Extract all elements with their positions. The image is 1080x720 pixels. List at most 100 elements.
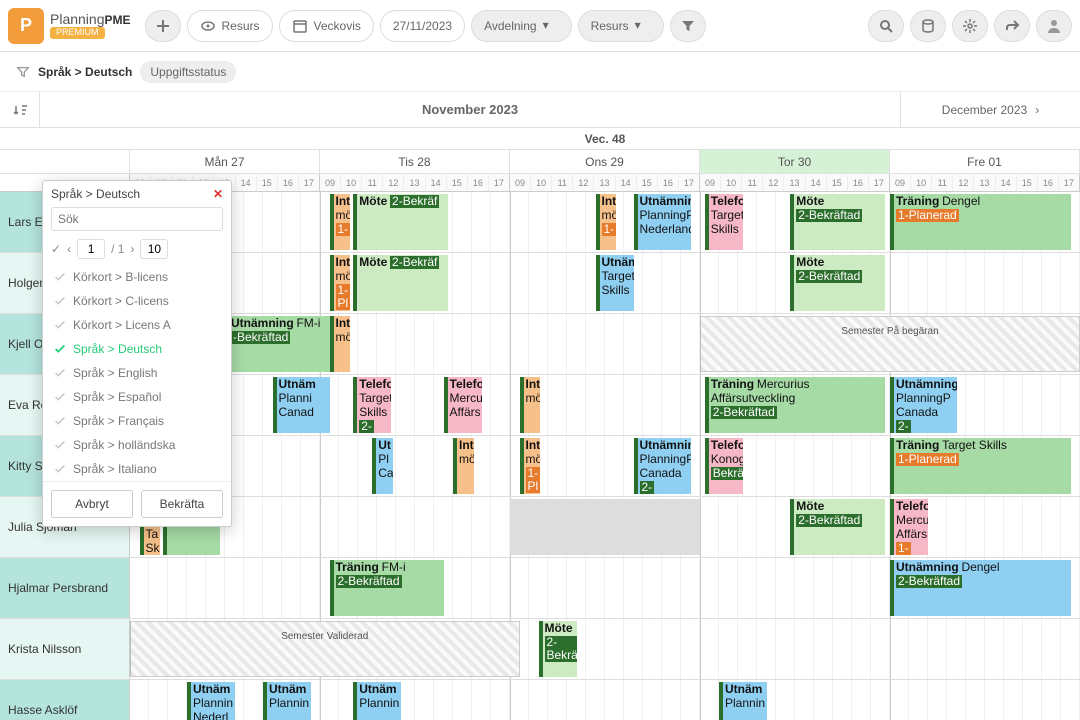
event[interactable]: Utnämning Dengel2-Bekräftad: [890, 560, 1071, 616]
filter-list: Körkort > B-licensKörkort > C-licensKörk…: [43, 265, 231, 481]
event[interactable]: Ut Pl Ca: [372, 438, 393, 494]
row-slots[interactable]: Semester Validerad Möte 2-Bekräf: [130, 619, 1080, 679]
event[interactable]: Utnäm Plannin Nederl: [187, 682, 235, 720]
check-all-icon[interactable]: ✓: [51, 242, 61, 256]
filter-option[interactable]: Språk > Italiano: [43, 457, 231, 481]
event[interactable]: Utnäm Plannin: [719, 682, 767, 720]
event[interactable]: Träning Dengel1-Planerad: [890, 194, 1071, 250]
event[interactable]: Telefo Target Skills2-: [353, 377, 391, 433]
status-chip[interactable]: Uppgiftsstatus: [140, 61, 236, 83]
event[interactable]: Möte 2-Bekräf: [353, 255, 448, 311]
row-slots[interactable]: Ut Pl Ca Int mö Int mö1-Pl Utnämning Planni…: [130, 436, 1080, 496]
event[interactable]: Int mö: [453, 438, 474, 494]
event[interactable]: Telefo Mercu Affärs: [444, 377, 482, 433]
row-slots[interactable]: Träning FM-i2-Bekräftad Utnämning Dengel2…: [130, 558, 1080, 618]
resource-dropdown[interactable]: Resurs: [187, 10, 273, 42]
cancel-button[interactable]: Avbryt: [51, 490, 133, 518]
event[interactable]: Utnäm Plannin: [263, 682, 311, 720]
confirm-button[interactable]: Bekräfta: [141, 490, 223, 518]
event[interactable]: Träning FM-i2-Bekräftad: [330, 560, 444, 616]
filter-option[interactable]: Körkort > B-licens: [43, 265, 231, 289]
day-header[interactable]: Ons 29: [510, 150, 700, 173]
filter-popup: Språk > Deutsch ✕ ✓ ‹ / 1 › Körkort > B-…: [42, 180, 232, 527]
resource-name[interactable]: Krista Nilsson: [0, 619, 130, 679]
row-slots[interactable]: Int mö1-PlMöte 2-Bekräf Utnäm Target Skil…: [130, 253, 1080, 313]
event[interactable]: Utnäm Plannin: [353, 682, 401, 720]
event[interactable]: Träning Mercurius Affärsutveckling2-Bekr…: [705, 377, 886, 433]
resource-row: Hjalmar PersbrandTräning FM-i2-Bekräftad…: [0, 558, 1080, 619]
filter-option[interactable]: Körkort > C-licens: [43, 289, 231, 313]
event[interactable]: Semester På begäran: [700, 316, 1080, 372]
filter-option[interactable]: Språk > Français: [43, 409, 231, 433]
user-button[interactable]: [1036, 10, 1072, 42]
data-button[interactable]: [910, 10, 946, 42]
event[interactable]: Utnäm Target Skills: [596, 255, 634, 311]
row-slots[interactable]: Utnämning FM-i-BekräftadInt mö Semester P…: [130, 314, 1080, 374]
active-filter[interactable]: Språk > Deutsch: [38, 65, 132, 79]
event[interactable]: Möte 2-Bekräftad: [790, 499, 885, 555]
resource-filter-dropdown[interactable]: Resurs ▾: [578, 10, 664, 42]
event[interactable]: Utnäm Planni Canad: [273, 377, 330, 433]
settings-button[interactable]: [952, 10, 988, 42]
event[interactable]: Möte 2-Bekräf: [539, 621, 577, 677]
event[interactable]: Semester Validerad: [130, 621, 520, 677]
hour-label: 16: [1038, 174, 1059, 191]
event[interactable]: Telefo Mercu Affärs1-: [890, 499, 928, 555]
event[interactable]: Int mö1-Pl: [330, 255, 351, 311]
row-slots[interactable]: Int mö1-Möte 2-BekräfInt mö1-Int mö1-Utn…: [130, 192, 1080, 252]
next-page-icon[interactable]: ›: [130, 242, 134, 256]
filter-option[interactable]: Språk > Español: [43, 385, 231, 409]
filter-button[interactable]: [670, 10, 706, 42]
date-picker[interactable]: 27/11/2023: [380, 10, 465, 42]
hour-label: 09: [700, 174, 721, 191]
next-month-button[interactable]: December 2023 ›: [900, 92, 1080, 127]
popup-title: Språk > Deutsch: [51, 187, 140, 201]
search-button[interactable]: [868, 10, 904, 42]
event[interactable]: Int mö: [330, 316, 351, 372]
day-header[interactable]: Fre 01: [890, 150, 1080, 173]
event[interactable]: Telefo Target Skills: [705, 194, 743, 250]
prev-page-icon[interactable]: ‹: [67, 242, 71, 256]
filter-option[interactable]: Språk > English: [43, 361, 231, 385]
perpage-input[interactable]: [140, 239, 168, 259]
event[interactable]: Möte 2-Bekräftad: [790, 194, 885, 250]
row-slots[interactable]: Utnäm Planni Canad Telefo Target Skills2-…: [130, 375, 1080, 435]
day-header[interactable]: Tor 30: [700, 150, 890, 173]
event[interactable]: Utnämning PlanningP Canada2-: [634, 438, 691, 494]
event[interactable]: Int mö1-: [596, 194, 617, 250]
add-button[interactable]: [145, 10, 181, 42]
search-input[interactable]: [51, 207, 223, 231]
row-slots[interactable]: Int mö Ta SkFMMöte 2-BekräftadTelefo Mer…: [130, 497, 1080, 557]
event[interactable]: Int mö1-Pl: [520, 438, 541, 494]
day-header[interactable]: Mån 27: [130, 150, 320, 173]
event[interactable]: Int mö: [520, 377, 541, 433]
page-input[interactable]: [77, 239, 105, 259]
filter-option[interactable]: Körkort > Licens A: [43, 313, 231, 337]
row-slots[interactable]: Utnäm Plannin Nederl Utnäm Plannin Utnäm P…: [130, 680, 1080, 720]
filter-option[interactable]: Språk > holländska: [43, 433, 231, 457]
event[interactable]: Möte 2-Bekräftad: [790, 255, 885, 311]
department-dropdown[interactable]: Avdelning ▾: [471, 10, 572, 42]
event[interactable]: Telefo KonogBekräf: [705, 438, 743, 494]
event[interactable]: Träning Target Skills1-Planerad: [890, 438, 1071, 494]
event[interactable]: Utnämning FM-i-Bekräftad: [225, 316, 330, 372]
event[interactable]: Int mö1-: [330, 194, 351, 250]
resource-name[interactable]: Hjalmar Persbrand: [0, 558, 130, 618]
close-button[interactable]: ✕: [213, 187, 223, 201]
database-icon: [920, 18, 936, 34]
check-icon: [53, 414, 67, 428]
resource-name[interactable]: Hasse Asklöf: [0, 680, 130, 720]
hour-label: 16: [658, 174, 679, 191]
sort-button[interactable]: [0, 92, 40, 127]
event[interactable]: Möte 2-Bekräf: [353, 194, 448, 250]
event[interactable]: Utnämning PlanningP Canada2-: [890, 377, 957, 433]
filter-option[interactable]: Språk > Deutsch: [43, 337, 231, 361]
hour-label: 11: [362, 174, 383, 191]
view-dropdown[interactable]: Veckovis: [279, 10, 374, 42]
hour-label: 10: [721, 174, 742, 191]
share-button[interactable]: [994, 10, 1030, 42]
event[interactable]: [510, 499, 700, 555]
day-header[interactable]: Tis 28: [320, 150, 510, 173]
event[interactable]: Utnämning PlanningP Nederland: [634, 194, 691, 250]
view-label: Veckovis: [314, 19, 361, 33]
